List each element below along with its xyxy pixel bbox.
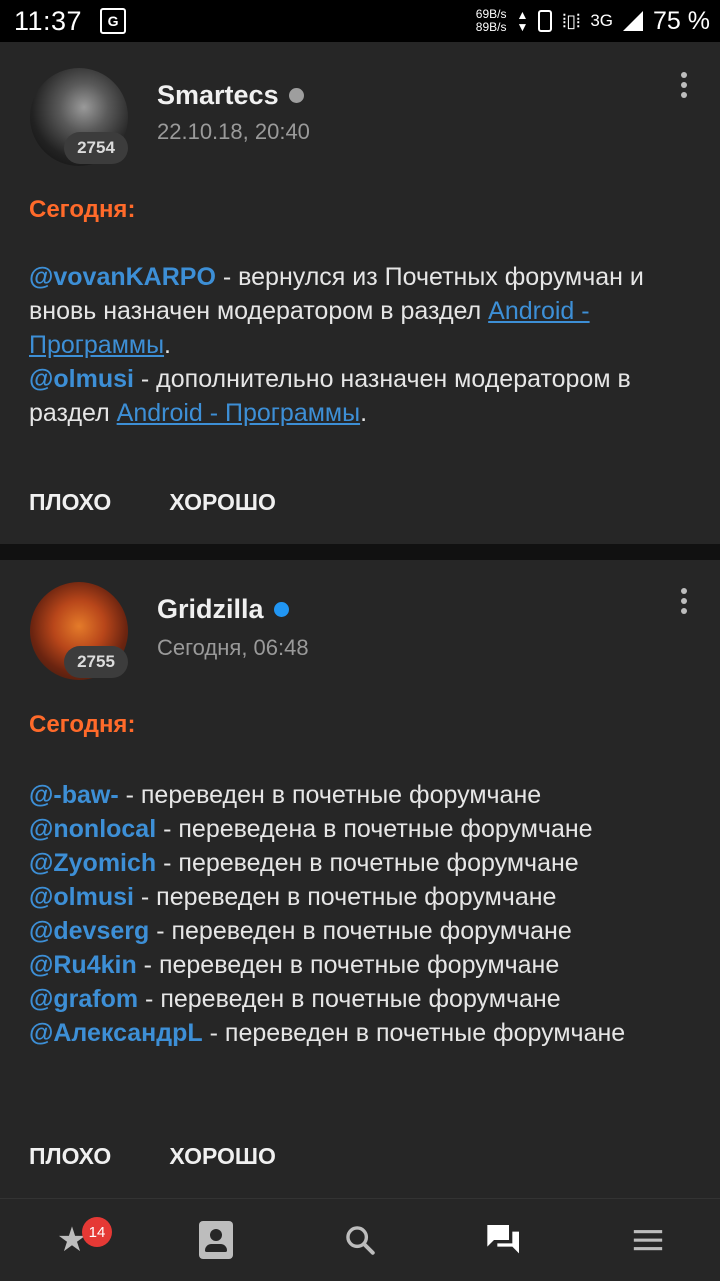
network-type: 3G [590, 11, 614, 30]
user-mention[interactable]: @-baw- [29, 781, 119, 809]
nav-contacts[interactable] [144, 1199, 288, 1281]
list-item: @АлександрL - переведен в почетные форум… [29, 1016, 699, 1050]
forum-icon [487, 1225, 519, 1254]
contacts-icon [199, 1221, 233, 1259]
online-status-icon [273, 602, 289, 617]
bad-button[interactable]: ПЛОХО [29, 489, 111, 516]
phone-icon [538, 10, 553, 32]
bad-button[interactable]: ПЛОХО [29, 1143, 111, 1170]
transfer-arrows-icon: ▲ ▼ [516, 8, 529, 34]
user-mention[interactable]: @olmusi [29, 883, 134, 911]
user-mention[interactable]: @olmusi [29, 365, 134, 393]
post-date: 22.10.18, 20:40 [157, 119, 310, 144]
post-date: Сегодня, 06:48 [157, 635, 309, 660]
user-mention[interactable]: @nonlocal [29, 815, 156, 843]
status-bar: 11:37 G 69B/s 89B/s ▲ ▼ ⦙▯⦙ 3G 75 % [0, 0, 720, 42]
nav-forum[interactable] [432, 1199, 576, 1281]
signal-icon [623, 11, 644, 31]
list-item: @-baw- - переведен в почетные форумчане [29, 778, 699, 812]
post-text: - переведен в почетные форумчане [202, 1019, 626, 1047]
post-text: - переведен в почетные форумчане [118, 781, 542, 809]
post-author[interactable]: Smartecs [157, 80, 304, 111]
username[interactable]: Gridzilla [157, 594, 264, 625]
user-mention[interactable]: @vovanKARPO [29, 263, 216, 291]
post-body: @vovanKARPO - вернулся из Почетных форум… [29, 260, 699, 430]
post-text: . [164, 331, 171, 359]
username[interactable]: Smartecs [157, 80, 279, 111]
more-options-icon[interactable] [674, 72, 694, 112]
section-link[interactable]: Android - Программы [117, 399, 360, 427]
post-text: . [360, 399, 368, 427]
post-text: - переведен в почетные форумчане [138, 985, 561, 1013]
post-heading: Сегодня: [29, 196, 136, 223]
nav-search[interactable] [288, 1199, 432, 1281]
post-text: - переведен в почетные форумчане [133, 883, 557, 911]
good-button[interactable]: ХОРОШО [169, 489, 276, 516]
nav-favorites[interactable]: ★ 14 [0, 1199, 144, 1281]
post-text: - переведен в почетные форумчане [136, 951, 560, 979]
reputation-badge: 2755 [64, 646, 128, 678]
favorites-count-badge: 14 [82, 1217, 112, 1247]
list-item: @devserg - переведен в почетные форумчан… [29, 914, 699, 948]
post-heading: Сегодня: [29, 711, 136, 738]
list-item: @Zyomich - переведен в почетные форумчан… [29, 846, 699, 880]
post-text: - переведен в почетные форумчане [149, 917, 572, 945]
user-mention[interactable]: @devserg [29, 917, 149, 945]
user-mention[interactable]: @grafom [29, 985, 138, 1013]
speed-down: 89B/s [475, 20, 507, 34]
post-text: - переведена в почетные форумчане [156, 815, 593, 843]
list-item: @grafom - переведен в почетные форумчане [29, 982, 699, 1016]
bottom-navigation: ★ 14 [0, 1198, 720, 1281]
post-actions: ПЛОХО ХОРОШО [29, 489, 276, 516]
translate-icon: G [100, 8, 127, 34]
good-button[interactable]: ХОРОШО [169, 1143, 276, 1170]
menu-icon [633, 1230, 663, 1251]
more-options-icon[interactable] [674, 588, 694, 628]
reputation-badge: 2754 [64, 132, 128, 164]
vibrate-icon: ⦙▯⦙ [562, 10, 581, 31]
post-text: - переведен в почетные форумчане [156, 849, 579, 877]
status-time: 11:37 [14, 5, 83, 36]
nav-menu[interactable] [576, 1199, 720, 1281]
user-mention[interactable]: @Zyomich [29, 849, 156, 877]
post-card: 2754 Smartecs 22.10.18, 20:40 Сегодня: @… [0, 42, 720, 544]
search-icon [346, 1226, 375, 1255]
list-item: @Ru4kin - переведен в почетные форумчане [29, 948, 699, 982]
user-mention[interactable]: @АлександрL [29, 1019, 203, 1047]
post-actions: ПЛОХО ХОРОШО [29, 1143, 276, 1170]
network-speed: 69B/s 89B/s [476, 8, 507, 34]
post-card: 2755 Gridzilla Сегодня, 06:48 Сегодня: @… [0, 560, 720, 1198]
post-body: @-baw- - переведен в почетные форумчане … [29, 778, 699, 1050]
list-item: @nonlocal - переведена в почетные форумч… [29, 812, 699, 846]
post-author[interactable]: Gridzilla [157, 594, 289, 625]
offline-status-icon [288, 88, 304, 103]
user-mention[interactable]: @Ru4kin [29, 951, 137, 979]
battery-level: 75 % [653, 6, 710, 35]
list-item: @olmusi - переведен в почетные форумчане [29, 880, 699, 914]
